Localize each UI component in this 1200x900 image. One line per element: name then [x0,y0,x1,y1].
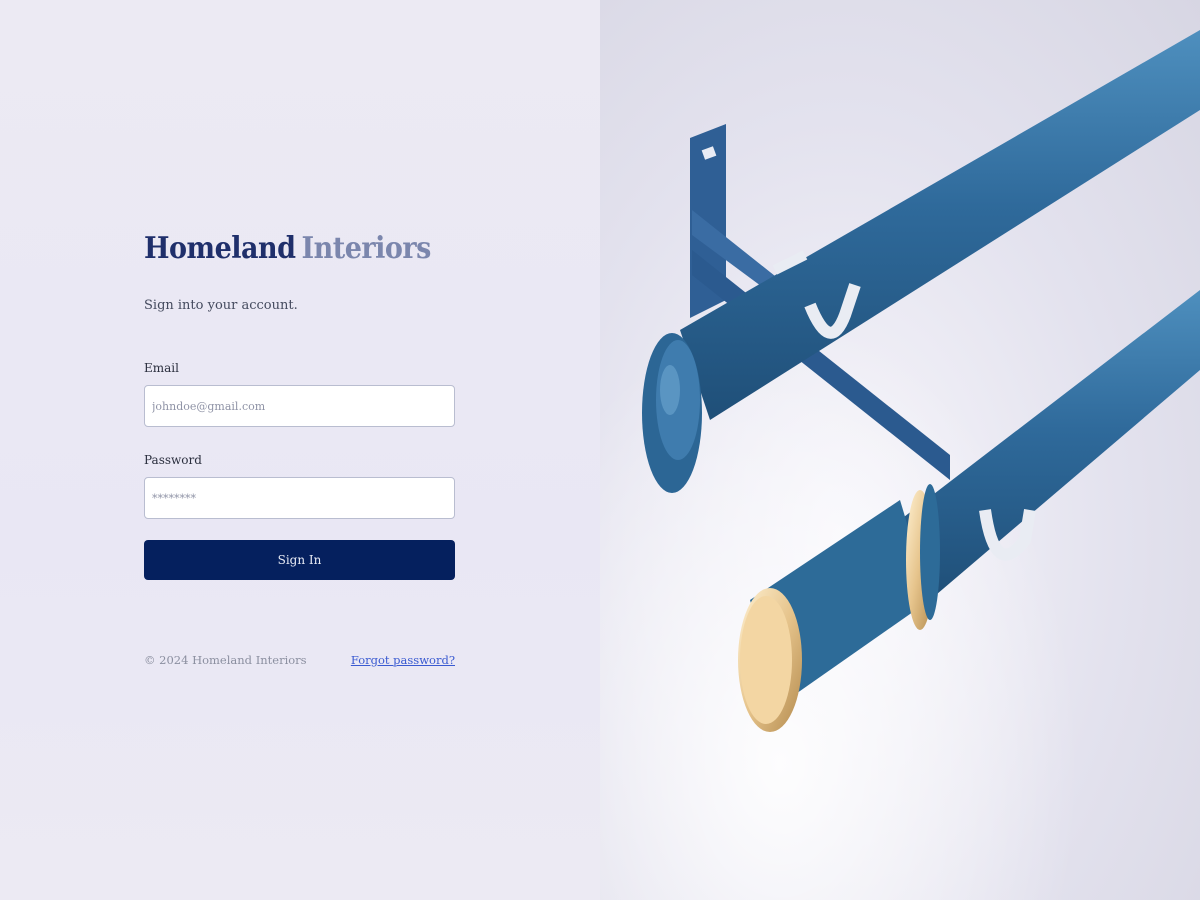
hero-pane [600,0,1200,900]
curtain-rod-image [600,0,1200,900]
brand-logo: Homeland Interiors [144,228,455,270]
password-field[interactable] [144,477,455,519]
login-footer: © 2024 Homeland Interiors Forgot passwor… [144,653,455,667]
brand-secondary-text: Interiors [301,231,431,266]
sign-in-button[interactable]: Sign In [144,540,455,580]
forgot-password-link[interactable]: Forgot password? [351,653,455,667]
email-label: Email [144,361,179,375]
signin-subtitle: Sign into your account. [144,298,298,313]
login-pane: Homeland Interiors Sign into your account… [0,0,600,900]
copyright-text: © 2024 Homeland Interiors [144,653,307,667]
login-form: Homeland Interiors Sign into your account… [144,228,455,667]
email-field[interactable] [144,385,455,427]
brand-primary-text: Homeland [144,231,296,266]
password-label: Password [144,453,202,467]
